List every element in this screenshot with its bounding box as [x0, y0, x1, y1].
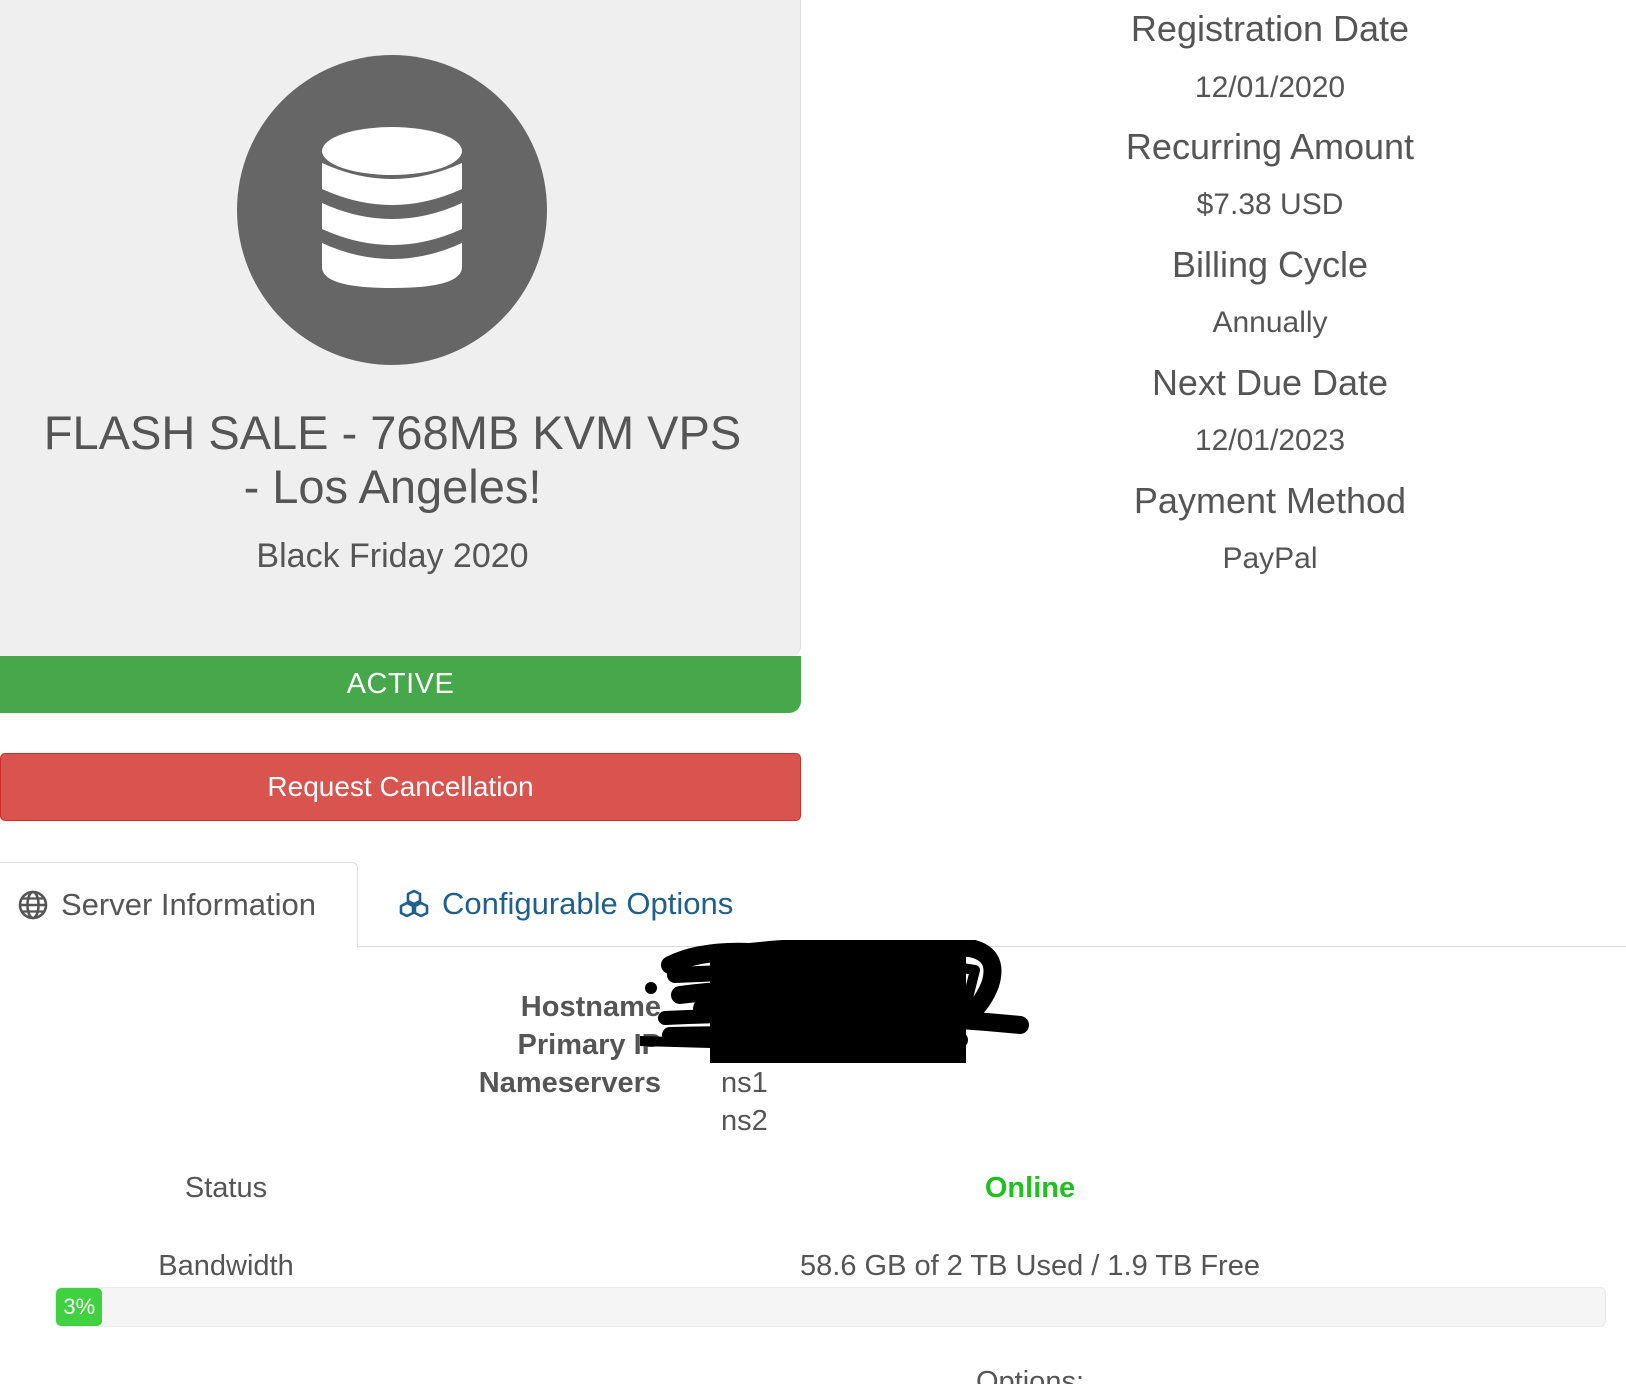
nameservers-label: Nameservers — [478, 1067, 661, 1099]
recurring-amount-label: Recurring Amount — [1125, 126, 1415, 167]
globe-icon — [18, 890, 48, 925]
server-status-value: Online — [984, 1172, 1076, 1204]
payment-method-label: Payment Method — [1133, 480, 1407, 521]
nameserver-2: ns2 — [721, 1105, 768, 1137]
payment-method-value: PayPal — [1222, 542, 1318, 575]
tab-server-information[interactable]: Server Information — [0, 862, 358, 948]
database-icon — [237, 55, 547, 365]
bandwidth-label: Bandwidth — [158, 1250, 294, 1282]
cubes-icon — [398, 889, 430, 924]
registration-date-label: Registration Date — [1130, 8, 1410, 49]
request-cancellation-button[interactable]: Request Cancellation — [0, 753, 801, 821]
bandwidth-summary: 58.6 GB of 2 TB Used / 1.9 TB Free — [800, 1250, 1260, 1282]
billing-cycle-label: Billing Cycle — [1171, 244, 1369, 285]
tab-configurable-options-label: Configurable Options — [442, 886, 734, 921]
billing-cycle-value: Annually — [1212, 306, 1328, 339]
status-label: Status — [184, 1172, 268, 1204]
product-group: Black Friday 2020 — [256, 537, 529, 575]
next-due-date-value: 12/01/2023 — [1194, 424, 1346, 457]
tab-server-information-label: Server Information — [61, 887, 316, 922]
registration-date-value: 12/01/2020 — [1194, 71, 1346, 104]
status-badge: ACTIVE — [0, 656, 801, 713]
bandwidth-progress-bar: 3% — [55, 1287, 1606, 1327]
options-heading: Options: — [976, 1366, 1084, 1384]
recurring-amount-value: $7.38 USD — [1196, 188, 1344, 221]
product-title: FLASH SALE - 768MB KVM VPS - Los Angeles… — [43, 406, 742, 513]
tab-configurable-options[interactable]: Configurable Options — [388, 862, 768, 946]
redaction-scribble — [635, 936, 1030, 1070]
bandwidth-progress-fill: 3% — [56, 1288, 103, 1326]
next-due-date-label: Next Due Date — [1151, 362, 1389, 403]
product-card: FLASH SALE - 768MB KVM VPS - Los Angeles… — [0, 0, 801, 656]
page: FLASH SALE - 768MB KVM VPS - Los Angeles… — [0, 0, 1626, 1384]
